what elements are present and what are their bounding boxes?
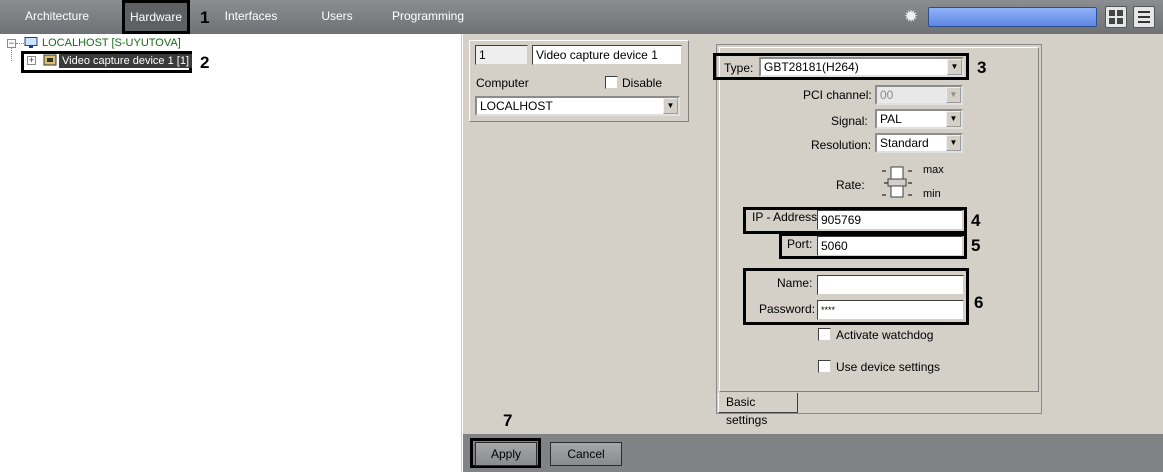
computer-label: Computer	[476, 76, 529, 90]
type-label: Type:	[724, 61, 754, 75]
hardware-tree: − LOCALHOST [S-UYUTOVA] + Video capture …	[0, 34, 462, 472]
expand-icon[interactable]: +	[27, 56, 36, 65]
tab-basic-settings[interactable]: Basic settings	[718, 393, 798, 427]
menu-icon[interactable]	[1133, 6, 1155, 28]
pci-channel-value: 00	[880, 88, 894, 102]
port-label: Port:	[787, 237, 813, 251]
chevron-down-icon[interactable]: ▼	[946, 111, 961, 127]
tree-item-video-capture-device[interactable]: Video capture device 1 [1]	[59, 54, 192, 68]
activate-watchdog-label: Activate watchdog	[836, 328, 934, 342]
pci-channel-label: PCI channel:	[803, 88, 872, 102]
tab-architecture[interactable]: Architecture	[14, 0, 100, 34]
callout-number-6: 6	[974, 293, 984, 312]
tree-line	[11, 48, 12, 61]
use-device-settings-label: Use device settings	[836, 360, 941, 374]
ip-address-label: IP - Address:	[752, 210, 821, 224]
rate-min-label: min	[923, 188, 941, 200]
tab-users[interactable]: Users	[310, 0, 364, 34]
tab-hardware[interactable]: Hardware	[122, 0, 190, 34]
disable-checkbox[interactable]	[605, 76, 618, 89]
top-navigation-bar: Architecture Hardware Interfaces Users P…	[0, 0, 1163, 34]
computer-select[interactable]: LOCALHOST ▼	[475, 96, 680, 116]
rate-slider[interactable]	[880, 165, 916, 201]
device-name-field[interactable]	[532, 45, 682, 65]
collapse-icon[interactable]: −	[7, 39, 16, 48]
chevron-down-icon[interactable]: ▼	[946, 87, 961, 103]
password-field[interactable]	[817, 300, 964, 320]
pci-channel-select[interactable]: 00 ▼	[875, 85, 963, 105]
name-label: Name:	[777, 276, 813, 290]
tree-line	[16, 43, 24, 44]
apply-button[interactable]: Apply	[475, 442, 537, 466]
tab-programming[interactable]: Programming	[388, 0, 468, 34]
disable-label: Disable	[622, 76, 663, 90]
computer-icon	[24, 37, 38, 48]
type-select-value: GBT28181(H264)	[764, 60, 859, 74]
activate-watchdog-checkbox[interactable]	[818, 328, 831, 341]
signal-value: PAL	[880, 112, 902, 126]
port-field[interactable]	[817, 236, 963, 256]
callout-number-5: 5	[971, 236, 981, 255]
device-id-field[interactable]	[475, 45, 528, 65]
callout-number-4: 4	[971, 211, 981, 230]
tab-interfaces[interactable]: Interfaces	[214, 0, 288, 34]
tree-root-localhost[interactable]: LOCALHOST [S-UYUTOVA]	[42, 37, 181, 49]
signal-label: Signal:	[831, 114, 868, 128]
resolution-value: Standard	[880, 136, 929, 150]
search-input[interactable]	[928, 7, 1097, 27]
type-select[interactable]: GBT28181(H264) ▼	[759, 57, 964, 77]
rate-max-label: max	[923, 164, 944, 176]
signal-select[interactable]: PAL ▼	[875, 109, 963, 129]
callout-number-2: 2	[200, 53, 210, 72]
capture-card-icon	[43, 54, 57, 67]
callout-number-1: 1	[200, 8, 210, 27]
resolution-label: Resolution:	[811, 138, 872, 152]
layout-icon[interactable]	[1105, 6, 1127, 28]
password-label: Password:	[759, 302, 816, 316]
name-field[interactable]	[817, 275, 964, 295]
chevron-down-icon[interactable]: ▼	[663, 98, 678, 114]
use-device-settings-checkbox[interactable]	[818, 360, 831, 373]
callout-number-7: 7	[503, 411, 513, 430]
gear-icon[interactable]: ✹	[901, 7, 921, 27]
resolution-select[interactable]: Standard ▼	[875, 133, 963, 153]
cancel-button[interactable]: Cancel	[550, 442, 622, 466]
computer-select-value: LOCALHOST	[480, 99, 553, 113]
callout-number-3: 3	[977, 58, 987, 77]
chevron-down-icon[interactable]: ▼	[947, 59, 962, 75]
rate-label: Rate:	[836, 178, 865, 192]
ip-address-field[interactable]	[817, 210, 963, 230]
chevron-down-icon[interactable]: ▼	[946, 135, 961, 151]
